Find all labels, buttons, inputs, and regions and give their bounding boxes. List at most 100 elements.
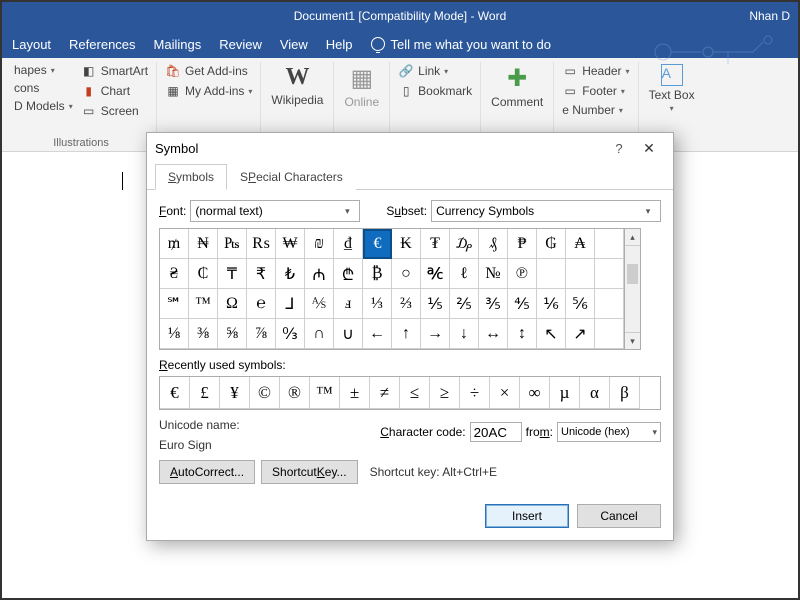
tab-help[interactable]: Help (326, 37, 353, 52)
symbol-cell[interactable]: ₥ (160, 229, 189, 259)
tab-view[interactable]: View (280, 37, 308, 52)
symbol-cell[interactable]: € (363, 229, 392, 259)
recent-symbol-cell[interactable]: © (250, 377, 280, 409)
cancel-button[interactable]: Cancel (577, 504, 661, 528)
footer-button[interactable]: ▭Footer▾ (560, 82, 631, 100)
font-combo[interactable]: (normal text)▾ (190, 200, 360, 222)
scroll-down-button[interactable]: ▾ (625, 332, 640, 349)
tab-layout[interactable]: Layout (12, 37, 51, 52)
tab-references[interactable]: References (69, 37, 135, 52)
symbol-cell[interactable]: ₯ (450, 229, 479, 259)
symbol-cell[interactable]: ™ (189, 289, 218, 319)
symbol-cell[interactable]: ⅎ (334, 289, 363, 319)
scroll-thumb[interactable] (627, 264, 638, 284)
symbol-cell[interactable]: ₮ (421, 229, 450, 259)
tab-symbols[interactable]: Symbols (155, 164, 227, 190)
bookmark-button[interactable]: ▯Bookmark (396, 82, 474, 100)
symbol-cell[interactable]: ⅞ (247, 319, 276, 349)
scroll-track[interactable] (625, 246, 640, 332)
symbol-cell[interactable] (595, 259, 624, 289)
symbol-cell[interactable]: ₹ (247, 259, 276, 289)
subset-combo[interactable]: Currency Symbols▾ (431, 200, 661, 222)
tab-review[interactable]: Review (219, 37, 262, 52)
symbol-cell[interactable]: ₰ (479, 229, 508, 259)
symbol-cell[interactable]: ₱ (508, 229, 537, 259)
symbol-cell[interactable]: ₲ (537, 229, 566, 259)
symbol-cell[interactable]: ⅛ (160, 319, 189, 349)
symbol-cell[interactable]: ⅖ (450, 289, 479, 319)
symbol-cell[interactable]: ℓ (450, 259, 479, 289)
recent-symbol-cell[interactable]: α (580, 377, 610, 409)
link-button[interactable]: 🔗Link▾ (396, 62, 474, 80)
charcode-input[interactable] (470, 422, 522, 442)
screenshot-button[interactable]: ▭Screen (79, 102, 150, 120)
close-button[interactable]: ✕ (633, 140, 665, 157)
recent-symbol-cell[interactable]: € (160, 377, 190, 409)
symbol-cell[interactable]: ₾ (334, 259, 363, 289)
tab-mailings[interactable]: Mailings (154, 37, 202, 52)
chart-button[interactable]: ▮Chart (79, 82, 150, 100)
icons-button[interactable]: cons (12, 80, 75, 96)
symbol-cell[interactable]: ∩ (305, 319, 334, 349)
recent-symbol-cell[interactable]: ™ (310, 377, 340, 409)
symbol-cell[interactable]: ₧ (218, 229, 247, 259)
recent-symbol-cell[interactable]: ± (340, 377, 370, 409)
symbol-cell[interactable]: № (479, 259, 508, 289)
symbol-cell[interactable]: ↖ (537, 319, 566, 349)
recent-symbol-cell[interactable]: £ (190, 377, 220, 409)
symbol-cell[interactable]: ⅚ (566, 289, 595, 319)
symbol-cell[interactable]: ₭ (392, 229, 421, 259)
symbol-cell[interactable]: ₸ (218, 259, 247, 289)
tab-special-characters[interactable]: SPecial Characters (227, 164, 356, 190)
insert-button[interactable]: Insert (485, 504, 569, 528)
symbol-cell[interactable]: ₳ (566, 229, 595, 259)
symbol-cell[interactable]: ∪ (334, 319, 363, 349)
symbol-cell[interactable]: ℀ (421, 259, 450, 289)
symbol-cell[interactable]: ↕ (508, 319, 537, 349)
symbol-cell[interactable]: ↔ (479, 319, 508, 349)
symbol-cell[interactable]: ₺ (276, 259, 305, 289)
recent-symbol-cell[interactable]: ÷ (460, 377, 490, 409)
symbol-cell[interactable]: ⅗ (479, 289, 508, 319)
symbol-cell[interactable] (537, 259, 566, 289)
recent-symbol-cell[interactable]: ∞ (520, 377, 550, 409)
shortcut-key-button[interactable]: Shortcut Key... (261, 460, 358, 484)
symbol-cell[interactable]: ₫ (334, 229, 363, 259)
shapes-button[interactable]: hapes▾ (12, 62, 75, 78)
symbol-cell[interactable] (595, 319, 624, 349)
symbol-cell[interactable]: ← (363, 319, 392, 349)
symbol-cell[interactable]: ₪ (305, 229, 334, 259)
symbol-cell[interactable]: ↉ (276, 319, 305, 349)
recent-symbol-cell[interactable]: µ (550, 377, 580, 409)
pagenumber-button[interactable]: e Number▾ (560, 102, 631, 118)
3dmodels-button[interactable]: D Models▾ (12, 98, 75, 114)
symbol-cell[interactable]: ₨ (247, 229, 276, 259)
recent-symbol-cell[interactable]: ® (280, 377, 310, 409)
symbol-cell[interactable]: → (421, 319, 450, 349)
symbol-cell[interactable]: ₵ (189, 259, 218, 289)
symbol-cell[interactable]: ○ (392, 259, 421, 289)
symbol-cell[interactable] (595, 229, 624, 259)
recent-symbol-cell[interactable]: ≤ (400, 377, 430, 409)
autocorrect-button[interactable]: AutoCorrect... (159, 460, 255, 484)
symbol-cell[interactable]: Ω (218, 289, 247, 319)
symbol-cell[interactable]: ℗ (508, 259, 537, 289)
symbol-cell[interactable]: ℮ (247, 289, 276, 319)
symbol-cell[interactable]: ⅍ (305, 289, 334, 319)
recent-symbol-cell[interactable]: × (490, 377, 520, 409)
scroll-up-button[interactable]: ▴ (625, 229, 640, 246)
recent-symbol-cell[interactable]: ≥ (430, 377, 460, 409)
tell-me-search[interactable]: Tell me what you want to do (371, 37, 551, 52)
symbol-cell[interactable]: ⅕ (421, 289, 450, 319)
from-combo[interactable]: Unicode (hex)▾ (557, 422, 661, 442)
help-button[interactable]: ? (605, 141, 633, 156)
symbol-cell[interactable] (566, 259, 595, 289)
symbol-cell[interactable]: ↑ (392, 319, 421, 349)
header-button[interactable]: ▭Header▾ (560, 62, 631, 80)
symbol-cell[interactable]: ₦ (189, 229, 218, 259)
symbol-cell[interactable]: ₼ (305, 259, 334, 289)
symbol-cell[interactable]: ⅙ (537, 289, 566, 319)
symbol-cell[interactable]: ₩ (276, 229, 305, 259)
symbol-cell[interactable]: ↓ (450, 319, 479, 349)
symbol-cell[interactable]: ⅃ (276, 289, 305, 319)
